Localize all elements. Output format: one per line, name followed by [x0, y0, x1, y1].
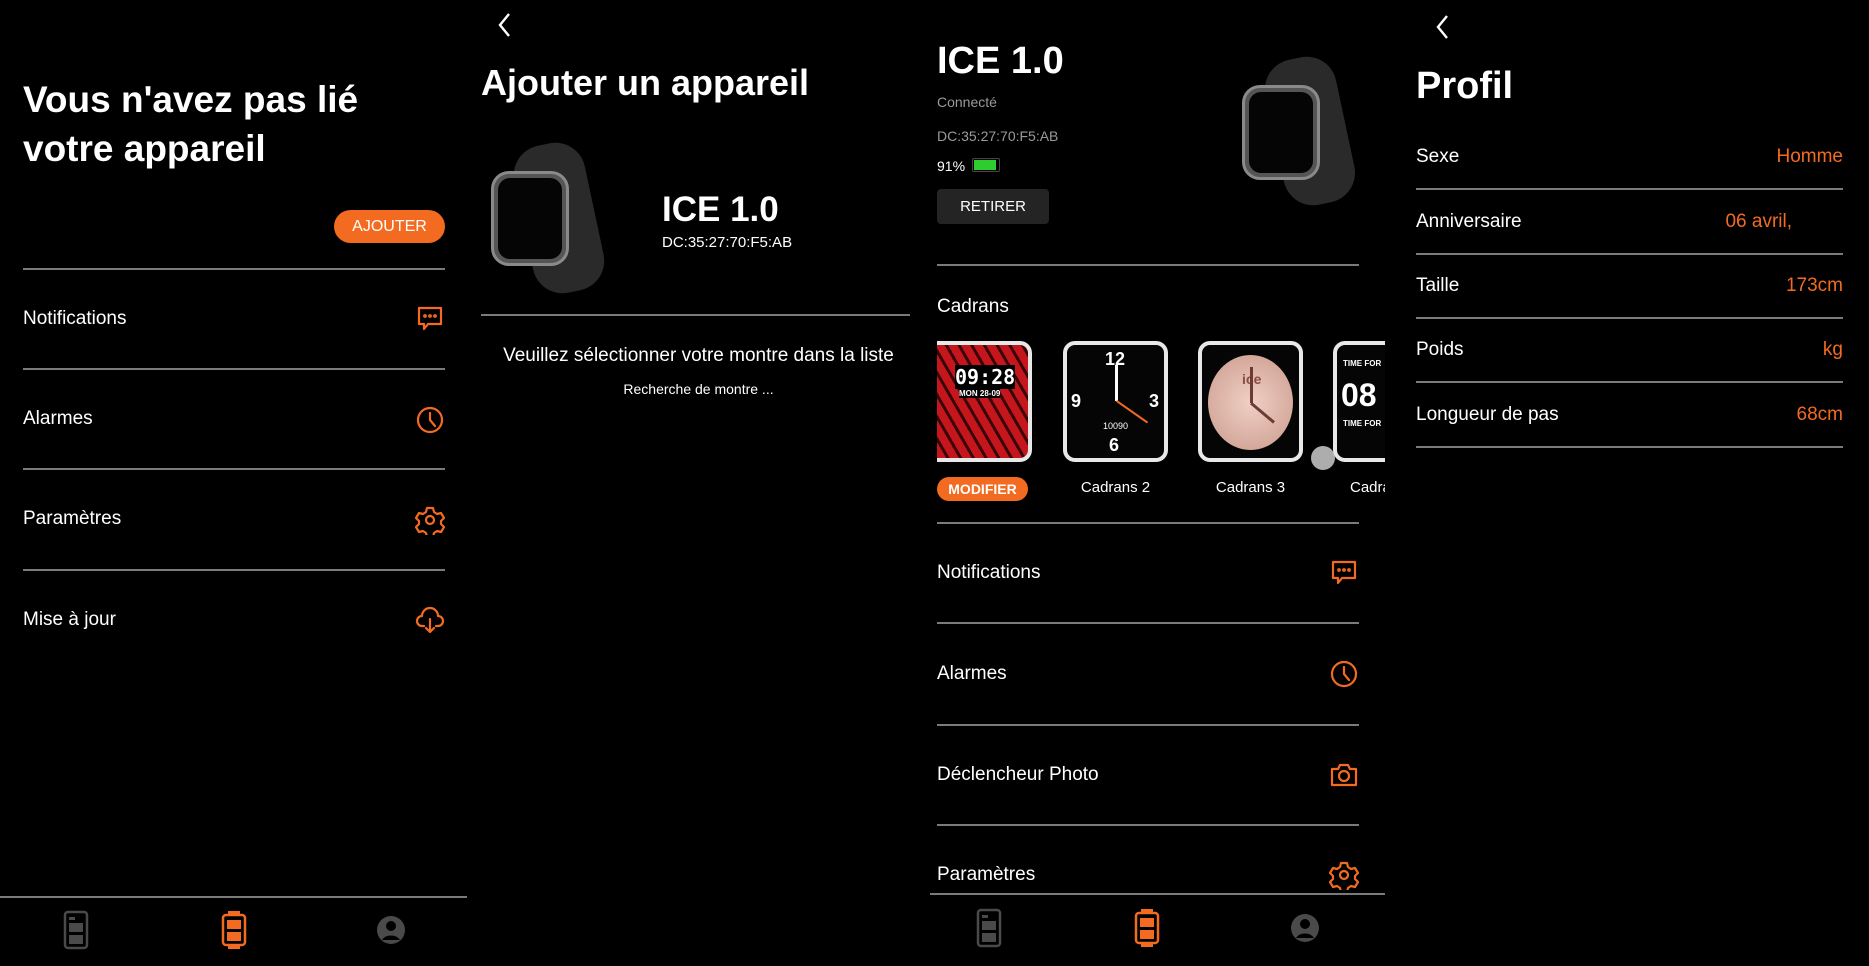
battery-percent: 91% [937, 158, 966, 174]
remove-button[interactable]: RETIRER [937, 189, 1049, 224]
back-button[interactable] [493, 10, 517, 40]
watch-icon[interactable] [1132, 908, 1162, 948]
divider [23, 368, 445, 370]
instruction-text: Veuillez sélectionner votre montre dans … [503, 345, 894, 366]
dial-3[interactable]: ice [1198, 341, 1303, 462]
dial-4[interactable]: TIME FOR 08 TIME FOR [1333, 341, 1385, 462]
page-title: Vous n'avez pas lié votre appareil [23, 79, 359, 169]
connection-status: Connecté [937, 94, 997, 110]
divider [937, 264, 1359, 266]
watch-image[interactable] [483, 137, 610, 299]
divider [1416, 253, 1843, 255]
dial-1[interactable]: 09:28 MON 28-09 [937, 341, 1032, 462]
chat-bubble-icon [415, 303, 445, 333]
screen-add-device: Ajouter un appareil ICE 1.0 DC:35:27:70:… [467, 0, 930, 966]
chevron-left-icon [498, 13, 510, 37]
screen-device: ICE 1.0 Connecté DC:35:27:70:F5:AB 91% R… [930, 0, 1385, 966]
divider [481, 314, 910, 316]
divider [1416, 381, 1843, 383]
divider [937, 824, 1359, 826]
dial-scroll-indicator[interactable] [1311, 446, 1335, 470]
add-button[interactable]: AJOUTER [334, 210, 445, 243]
dashboard-icon[interactable] [61, 910, 91, 950]
screen-profile: Profil Sexe Homme Anniversaire 06 avril,… [1385, 0, 1869, 966]
divider [23, 468, 445, 470]
device-mac: DC:35:27:70:F5:AB [937, 128, 1059, 144]
device-name: ICE 1.0 [937, 40, 1064, 82]
searching-status: Recherche de montre ... [623, 381, 774, 397]
divider [1416, 446, 1843, 448]
bottom-nav-divider [0, 896, 467, 898]
screen-unlinked: Vous n'avez pas lié votre appareil AJOUT… [0, 0, 467, 966]
dashboard-icon[interactable] [974, 908, 1004, 948]
page-title: Profil [1416, 65, 1514, 107]
divider [1416, 317, 1843, 319]
gear-icon [1328, 860, 1360, 894]
dials-title: Cadrans [937, 296, 1009, 317]
clock-icon [415, 405, 445, 435]
device-name[interactable]: ICE 1.0 [662, 190, 779, 230]
clock-icon [1329, 659, 1359, 689]
watch-icon[interactable] [219, 910, 249, 950]
profile-icon[interactable] [1290, 908, 1320, 948]
modify-dial-button[interactable]: MODIFIER [937, 477, 1028, 501]
divider [937, 622, 1359, 624]
page-title: Ajouter un appareil [481, 62, 810, 103]
battery-icon [972, 158, 1000, 172]
bottom-nav-divider [930, 893, 1385, 895]
device-mac: DC:35:27:70:F5:AB [662, 234, 793, 251]
divider [937, 522, 1359, 524]
camera-icon [1329, 760, 1359, 790]
chat-bubble-icon [1329, 557, 1359, 587]
chevron-left-icon [1436, 15, 1448, 39]
divider [1416, 188, 1843, 190]
dial-2[interactable]: 12 3 6 9 10090 [1063, 341, 1168, 462]
divider [23, 268, 445, 270]
gear-icon [414, 505, 446, 539]
watch-image [1234, 51, 1361, 211]
back-button[interactable] [1431, 12, 1455, 42]
divider [937, 724, 1359, 726]
dial-3-label: Cadrans 3 [1215, 479, 1286, 496]
divider [23, 569, 445, 571]
cloud-download-icon [415, 605, 445, 635]
profile-icon[interactable] [376, 910, 406, 950]
dial-4-label: Cadra [1350, 479, 1385, 496]
dial-2-label: Cadrans 2 [1080, 479, 1151, 496]
